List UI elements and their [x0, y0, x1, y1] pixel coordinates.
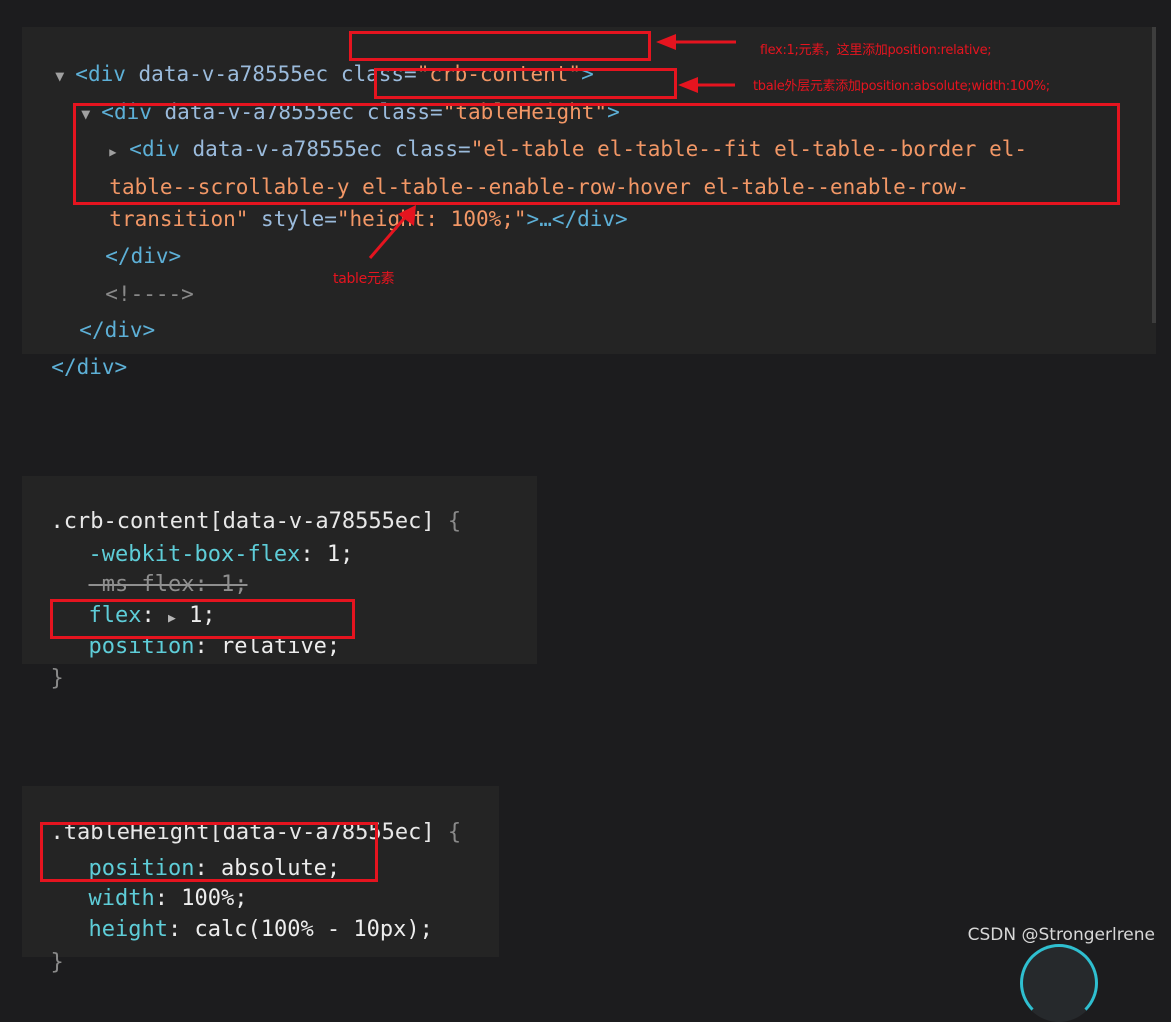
- declaration-flex[interactable]: flex: ▶ 1;: [62, 571, 216, 628]
- rule-close-brace: }: [50, 950, 64, 975]
- annotation-table-element: table元素: [333, 271, 395, 287]
- rule-selector[interactable]: .crb-content[data-v-a78555ec] {: [24, 477, 462, 534]
- arrow-head-tableheight: [678, 77, 698, 93]
- annotation-crb-content: flex:1;元素，这里添加position:relative;: [760, 43, 992, 58]
- declaration-ms-flex-overridden[interactable]: -ms-flex: 1;: [62, 540, 248, 597]
- arrow-line-table: [368, 213, 410, 259]
- annotation-tableheight: tbale外层元素添加position:absolute;width:100%;: [753, 79, 1050, 94]
- rule-selector[interactable]: .tableHeight[data-v-a78555ec] {: [24, 788, 462, 845]
- declaration-webkit-box-flex[interactable]: -webkit-box-flex: 1;: [62, 510, 354, 567]
- watermark: CSDN @Strongerlrene: [967, 925, 1155, 945]
- arrow-head-crb: [656, 34, 676, 50]
- floating-widget-icon[interactable]: [1020, 944, 1098, 1022]
- highlight-box-position-relative: [50, 599, 355, 639]
- highlight-box-position-width: [40, 822, 378, 882]
- declaration-height[interactable]: height: calc(100% - 10px);: [62, 885, 433, 942]
